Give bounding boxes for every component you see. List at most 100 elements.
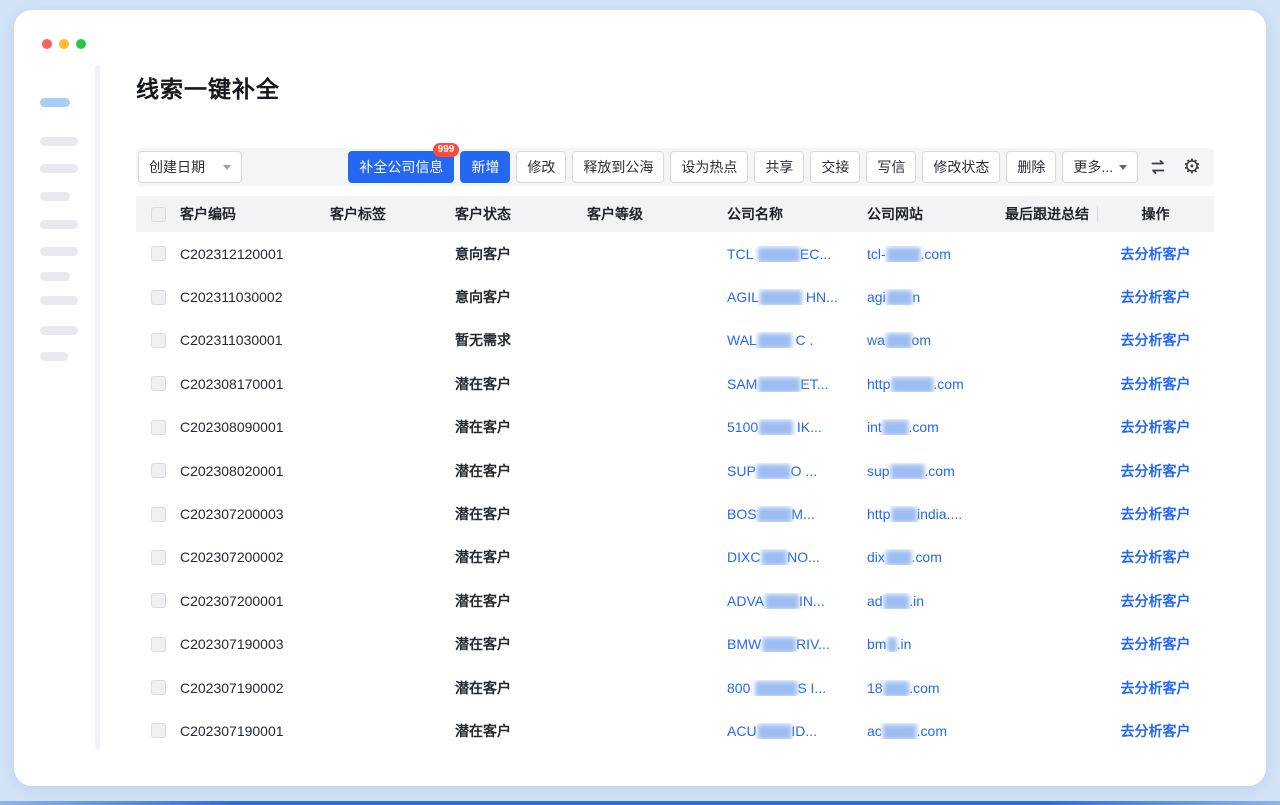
company-website-link[interactable]: ad███.in [867,593,1005,609]
row-checkbox[interactable] [151,637,166,652]
analyze-customer-link[interactable]: 去分析客户 [1121,549,1191,565]
company-website-link[interactable]: http███india.... [867,506,1005,522]
company-name-text: HN... [802,289,838,305]
sidebar-nav-item[interactable] [40,272,70,281]
company-name-link[interactable]: TCL █████EC... [727,246,867,262]
redacted-text: ████ [757,507,792,522]
row-checkbox[interactable] [151,593,166,608]
company-website-link[interactable]: agi███n [867,289,1005,305]
customer-status-cell: 潜在客户 [455,417,587,437]
redacted-text: █████ [757,247,800,262]
redacted-text: █████ [754,681,797,696]
toolbar-button-3[interactable]: 设为热点 [670,151,748,183]
analyze-customer-link[interactable]: 去分析客户 [1121,593,1191,609]
complete-company-info-button[interactable]: 补全公司信息 999 [348,151,454,183]
table-row: C202307190003 潜在客户 BMW████RIV... bm█.in … [136,623,1214,666]
redacted-text: ███ [885,550,912,565]
row-checkbox[interactable] [151,723,166,738]
desktop-background: 线索一键补全 创建日期 补全公司信息 999 新增 修改释放到公海设为热点共享交… [0,0,1280,805]
company-name-text: C . [792,332,814,348]
company-name-link[interactable]: 800 █████S I... [727,680,867,696]
sidebar-nav-item[interactable] [40,137,78,146]
company-website-link[interactable]: 18███.com [867,680,1005,696]
redacted-text: ███ [882,420,909,435]
company-name-link[interactable]: AGIL█████ HN... [727,289,867,305]
add-button[interactable]: 新增 [460,151,510,183]
redacted-text: ████ [882,724,917,739]
customer-status-cell: 潜在客户 [455,461,587,481]
sidebar-nav-item[interactable] [40,326,78,335]
row-checkbox[interactable] [151,507,166,522]
redacted-text: █████ [757,377,800,392]
company-website-link[interactable]: int███.com [867,419,1005,435]
select-all-checkbox[interactable] [151,207,166,222]
row-checkbox[interactable] [151,680,166,695]
row-checkbox[interactable] [151,463,166,478]
row-checkbox[interactable] [151,376,166,391]
sidebar-nav-item-active[interactable] [40,98,70,107]
analyze-customer-link[interactable]: 去分析客户 [1121,419,1191,435]
website-text: .com [924,463,954,479]
toolbar-button-5[interactable]: 交接 [810,151,860,183]
company-name-text: WAL [727,332,757,348]
toolbar-button-6[interactable]: 写信 [866,151,916,183]
company-name-link[interactable]: ADVA████IN... [727,593,867,609]
company-name-link[interactable]: SAM█████ET... [727,376,867,392]
sidebar-nav-item[interactable] [40,164,78,173]
table-row: C202307190001 潜在客户 ACU████ID... ac████.c… [136,709,1214,752]
analyze-customer-link[interactable]: 去分析客户 [1121,506,1191,522]
customer-code-cell: C202312120001 [180,246,330,262]
analyze-customer-link[interactable]: 去分析客户 [1121,289,1191,305]
header-customer-tag: 客户标签 [330,204,455,224]
company-name-link[interactable]: BMW████RIV... [727,636,867,652]
table-row: C202311030002 意向客户 AGIL█████ HN... agi██… [136,275,1214,318]
date-filter-select[interactable]: 创建日期 [138,151,242,183]
analyze-customer-link[interactable]: 去分析客户 [1121,376,1191,392]
row-checkbox[interactable] [151,246,166,261]
analyze-customer-link[interactable]: 去分析客户 [1121,680,1191,696]
sync-icon[interactable] [1144,153,1172,181]
sidebar-nav-item[interactable] [40,220,78,229]
sidebar-nav-item[interactable] [40,352,68,361]
header-followup-summary: 最后跟进总结 [1005,204,1097,224]
sidebar-nav-item[interactable] [40,296,78,305]
redacted-text: ████ [890,464,925,479]
row-checkbox[interactable] [151,420,166,435]
table-row: C202307200003 潜在客户 BOS████M... http███in… [136,492,1214,535]
analyze-customer-link[interactable]: 去分析客户 [1121,636,1191,652]
company-website-link[interactable]: http█████.com [867,376,1005,392]
sidebar-nav-item[interactable] [40,192,70,201]
company-name-link[interactable]: SUP████O ... [727,463,867,479]
company-website-link[interactable]: sup████.com [867,463,1005,479]
row-checkbox[interactable] [151,550,166,565]
row-checkbox[interactable] [151,290,166,305]
complete-company-info-label: 补全公司信息 [359,157,443,177]
settings-gear-icon[interactable]: ⚙ [1178,153,1206,181]
company-website-link[interactable]: dix███.com [867,549,1005,565]
toolbar-button-2[interactable]: 释放到公海 [572,151,664,183]
row-checkbox[interactable] [151,333,166,348]
toolbar-button-8[interactable]: 删除 [1006,151,1056,183]
toolbar-button-1[interactable]: 修改 [516,151,566,183]
company-name-link[interactable]: DIXC███NO... [727,549,867,565]
sidebar-nav-item[interactable] [40,247,78,256]
analyze-customer-link[interactable]: 去分析客户 [1121,723,1191,739]
analyze-customer-link[interactable]: 去分析客户 [1121,463,1191,479]
customer-status-cell: 潜在客户 [455,374,587,394]
company-website-link[interactable]: ac████.com [867,723,1005,739]
analyze-customer-link[interactable]: 去分析客户 [1121,246,1191,262]
company-name-link[interactable]: 5100████ IK... [727,419,867,435]
header-actions: 操作 [1097,204,1214,224]
toolbar-button-7[interactable]: 修改状态 [922,151,1000,183]
more-button[interactable]: 更多... [1062,151,1138,183]
company-name-link[interactable]: BOS████M... [727,506,867,522]
company-name-link[interactable]: WAL████ C . [727,332,867,348]
company-website-link[interactable]: wa███om [867,332,1005,348]
analyze-customer-link[interactable]: 去分析客户 [1121,332,1191,348]
company-name-link[interactable]: ACU████ID... [727,723,867,739]
toolbar-button-4[interactable]: 共享 [754,151,804,183]
company-website-link[interactable]: tcl-████.com [867,246,1005,262]
company-name-text: SUP [727,463,756,479]
website-text: sup [867,463,890,479]
company-website-link[interactable]: bm█.in [867,636,1005,652]
